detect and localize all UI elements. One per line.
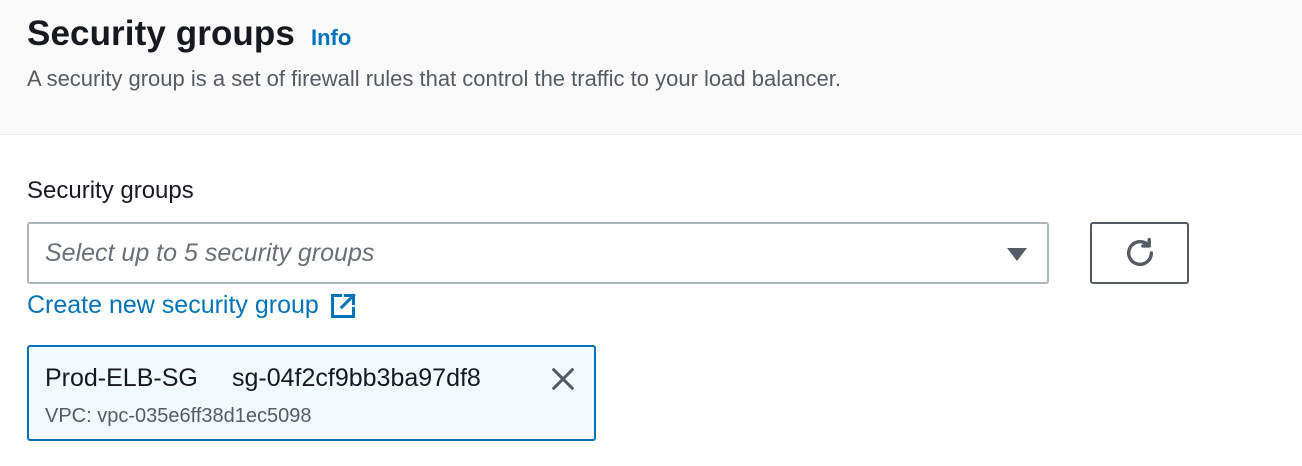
external-link-icon [329, 292, 357, 320]
token-group-id: sg-04f2cf9bb3ba97df8 [232, 364, 481, 392]
remove-token-button[interactable] [548, 364, 578, 394]
close-icon [549, 365, 577, 393]
token-group-name: Prod-ELB-SG [45, 364, 198, 392]
refresh-icon [1123, 236, 1157, 270]
refresh-button[interactable] [1090, 222, 1189, 284]
security-groups-label: Security groups [27, 177, 194, 204]
section-description: A security group is a set of firewall ru… [27, 66, 842, 91]
section-title: Security groups [27, 14, 295, 53]
selected-security-group-token: Prod-ELB-SG sg-04f2cf9bb3ba97df8 VPC: vp… [27, 345, 596, 441]
title-row: Security groups Info [27, 14, 351, 54]
caret-down-icon [1007, 248, 1027, 261]
create-link-label: Create new security group [27, 291, 319, 319]
create-security-group-link[interactable]: Create new security group [27, 291, 357, 320]
token-vpc-id: VPC: vpc-035e6ff38d1ec5098 [45, 405, 312, 427]
security-groups-select[interactable]: Select up to 5 security groups [27, 222, 1049, 284]
select-placeholder: Select up to 5 security groups [45, 239, 375, 267]
section-header: Security groups Info A security group is… [0, 0, 1302, 135]
info-link[interactable]: Info [311, 25, 351, 51]
